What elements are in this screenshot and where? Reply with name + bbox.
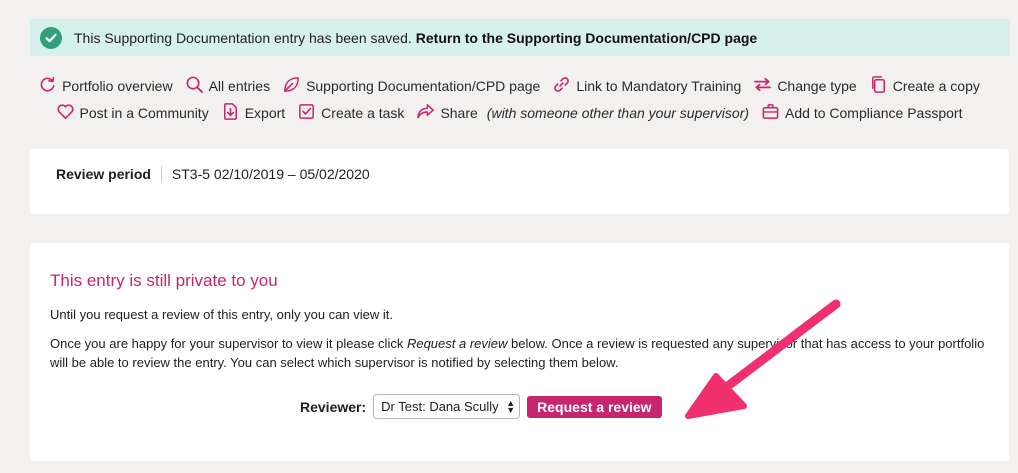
compliance-passport-link[interactable]: Add to Compliance Passport xyxy=(761,102,962,124)
checkbox-icon xyxy=(297,102,316,124)
private-entry-card: This entry is still private to you Until… xyxy=(30,243,1009,461)
post-community-link[interactable]: Post in a Community xyxy=(56,102,209,124)
review-period-card: Review period ST3-5 02/10/2019 – 05/02/2… xyxy=(30,149,1009,214)
search-icon xyxy=(185,75,204,97)
portfolio-overview-label: Portfolio overview xyxy=(62,77,173,94)
compliance-passport-label: Add to Compliance Passport xyxy=(785,104,963,121)
briefcase-icon xyxy=(761,102,780,124)
select-arrows-icon: ▲ ▼ xyxy=(506,397,516,415)
create-copy-link[interactable]: Create a copy xyxy=(869,75,980,97)
reviewer-label: Reviewer: xyxy=(300,398,367,415)
alert-message: This Supporting Documentation entry has … xyxy=(74,29,412,46)
export-icon xyxy=(221,102,240,124)
action-bar: Portfolio overview All entries Supportin… xyxy=(0,72,1018,126)
reviewer-selected-value: Dr Test: Dana Scully xyxy=(381,399,499,414)
reviewer-row: Reviewer: Dr Test: Dana Scully ▲ ▼ Reques… xyxy=(300,394,662,419)
leaf-icon xyxy=(282,75,301,97)
mandatory-training-label: Link to Mandatory Training xyxy=(576,77,742,94)
review-period-value: ST3-5 02/10/2019 – 05/02/2020 xyxy=(171,166,370,182)
create-copy-label: Create a copy xyxy=(892,77,980,94)
supporting-docs-label: Supporting Documentation/CPD page xyxy=(306,77,541,94)
change-type-link[interactable]: Change type xyxy=(753,75,857,97)
check-circle-icon xyxy=(40,26,62,49)
action-row-2: Post in a Community Export Create a task… xyxy=(0,99,1018,126)
private-paragraph-1: Until you request a review of this entry… xyxy=(50,307,393,322)
post-community-label: Post in a Community xyxy=(79,104,209,121)
return-link[interactable]: Return to the Supporting Documentation/C… xyxy=(416,30,757,46)
export-label: Export xyxy=(244,104,286,121)
refresh-icon xyxy=(38,75,57,97)
share-label: Share xyxy=(440,104,478,121)
swap-icon xyxy=(753,75,772,97)
share-note: (with someone other than your supervisor… xyxy=(486,104,750,121)
link-icon xyxy=(552,75,571,97)
private-paragraph-2: Once you are happy for your supervisor t… xyxy=(50,334,989,372)
copy-icon xyxy=(869,75,888,97)
export-link[interactable]: Export xyxy=(221,102,285,124)
supporting-docs-link[interactable]: Supporting Documentation/CPD page xyxy=(282,75,540,97)
mandatory-training-link[interactable]: Link to Mandatory Training xyxy=(552,75,741,97)
private-heading: This entry is still private to you xyxy=(50,271,278,290)
create-task-link[interactable]: Create a task xyxy=(297,102,404,124)
reviewer-select[interactable]: Dr Test: Dana Scully ▲ ▼ xyxy=(373,394,521,419)
success-alert: This Supporting Documentation entry has … xyxy=(30,19,1010,56)
action-row-1: Portfolio overview All entries Supportin… xyxy=(0,72,1018,99)
request-review-button[interactable]: Request a review xyxy=(527,395,662,418)
para2-emphasis: Request a review xyxy=(406,336,508,351)
review-period-label: Review period xyxy=(56,166,162,182)
all-entries-link[interactable]: All entries xyxy=(185,75,270,97)
heart-icon xyxy=(56,102,75,124)
review-period-row: Review period ST3-5 02/10/2019 – 05/02/2… xyxy=(30,149,1009,199)
all-entries-label: All entries xyxy=(208,77,271,94)
change-type-label: Change type xyxy=(777,77,857,94)
share-icon xyxy=(416,102,435,124)
share-link[interactable]: Share (with someone other than your super… xyxy=(416,102,749,124)
portfolio-overview-link[interactable]: Portfolio overview xyxy=(38,75,173,97)
create-task-label: Create a task xyxy=(321,104,405,121)
para2-before: Once you are happy for your supervisor t… xyxy=(50,336,407,351)
